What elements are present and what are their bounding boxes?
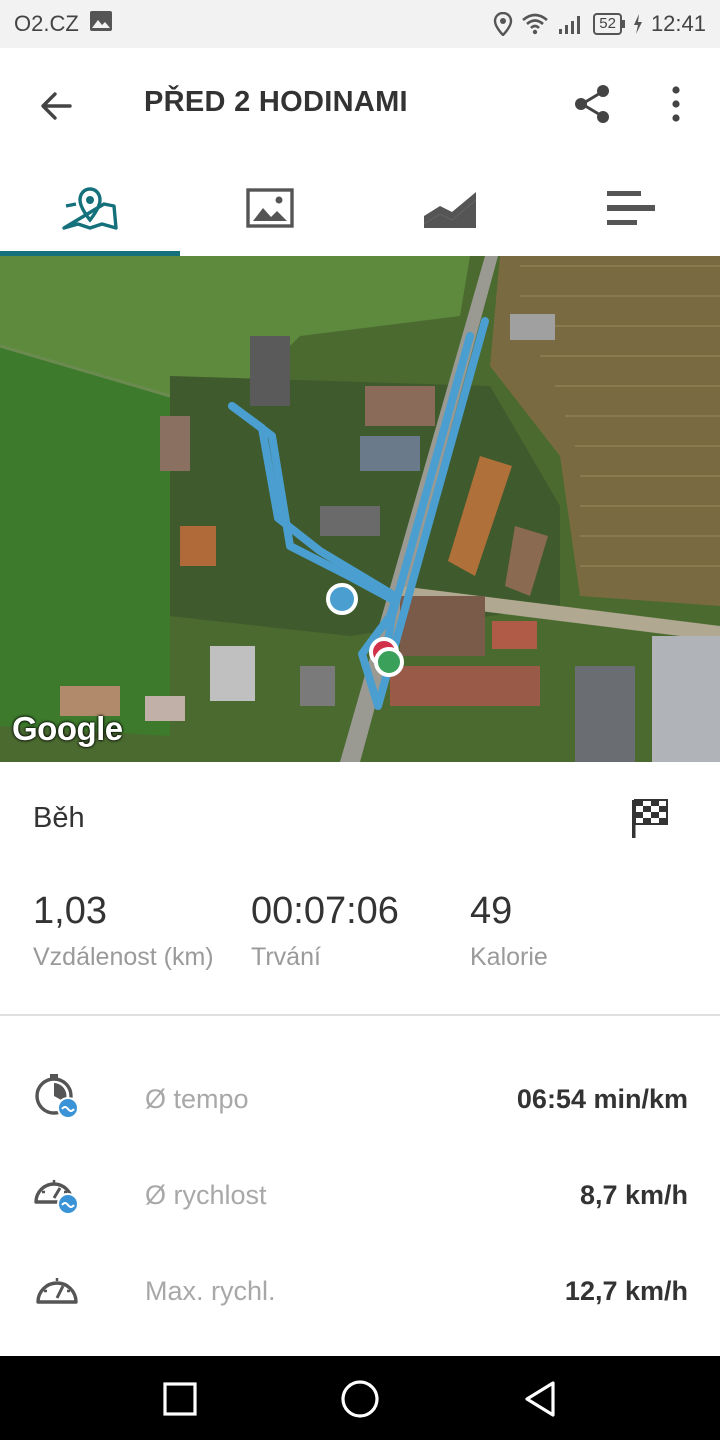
battery-level: 52 (593, 13, 622, 35)
image-icon (246, 188, 294, 228)
stat-calories: 49 Kalorie (470, 890, 548, 972)
finish-flag-button[interactable] (628, 796, 672, 840)
summary-stats: 1,03 Vzdálenost (km) 00:07:06 Trvání 49 … (0, 890, 720, 990)
max-speed-label: Max. rychl. (145, 1276, 276, 1306)
location-icon (493, 12, 513, 36)
wifi-icon (521, 13, 549, 35)
image-notification-icon (89, 10, 113, 38)
back-button[interactable] (28, 78, 84, 134)
avg-pace-icon (35, 1074, 79, 1119)
status-bar: O2.CZ 52 12:41 (0, 0, 720, 48)
triangle-back-icon (525, 1381, 555, 1417)
stat-distance: 1,03 Vzdálenost (km) (33, 890, 214, 972)
activity-type: Běh (33, 802, 85, 834)
arrow-back-icon (41, 92, 72, 120)
satellite-map-image (0, 256, 720, 762)
back-nav-button[interactable] (515, 1374, 565, 1424)
duration-value: 00:07:06 (251, 890, 399, 932)
circle-icon (341, 1380, 379, 1418)
avg-speed-icon (34, 1180, 79, 1215)
metric-avg-speed: Ø rychlost 8,7 km/h (0, 1158, 720, 1238)
share-icon (575, 85, 609, 123)
tab-charts[interactable] (360, 160, 540, 256)
calories-value: 49 (470, 890, 513, 932)
avg-pace-label: Ø tempo (145, 1084, 249, 1114)
tab-splits[interactable] (540, 160, 720, 256)
distance-label: Vzdálenost (km) (33, 943, 214, 971)
route-map[interactable]: Google (0, 256, 720, 762)
battery-indicator: 52 (593, 13, 625, 35)
divider (0, 1014, 720, 1016)
share-button[interactable] (564, 76, 620, 132)
app-bar: PŘED 2 HODINAMI (0, 48, 720, 160)
tab-bar (0, 160, 720, 256)
google-attribution: Google (12, 710, 123, 747)
tab-map[interactable] (0, 160, 180, 256)
splits-icon (607, 191, 655, 225)
checkered-flag-icon (632, 799, 668, 838)
metric-avg-pace: Ø tempo 06:54 min/km (0, 1062, 720, 1142)
clock: 12:41 (650, 11, 706, 36)
metric-max-speed: Max. rychl. 12,7 km/h (0, 1254, 720, 1334)
page-title: PŘED 2 HODINAMI (144, 86, 408, 118)
avg-speed-label: Ø rychlost (145, 1180, 267, 1210)
distance-value: 1,03 (33, 890, 107, 932)
square-icon (163, 1382, 197, 1416)
more-vert-icon (672, 86, 680, 122)
max-speed-value: 12,7 km/h (564, 1276, 688, 1306)
activity-header: Běh (0, 762, 720, 874)
tab-photos[interactable] (180, 160, 360, 256)
system-nav-bar (0, 1356, 720, 1440)
calories-label: Kalorie (470, 943, 548, 971)
duration-label: Trvání (251, 943, 321, 971)
avg-speed-value: 8,7 km/h (579, 1180, 688, 1210)
avg-pace-value: 06:54 min/km (516, 1084, 688, 1114)
charging-icon (633, 14, 643, 34)
max-speed-icon (36, 1278, 78, 1304)
home-button[interactable] (335, 1374, 385, 1424)
recents-button[interactable] (155, 1374, 205, 1424)
stat-duration: 00:07:06 Trvání (251, 890, 399, 972)
chart-icon (424, 192, 476, 228)
map-icon (62, 187, 118, 230)
signal-icon (557, 13, 585, 35)
carrier-name: O2.CZ (14, 11, 79, 36)
more-options-button[interactable] (652, 76, 700, 132)
